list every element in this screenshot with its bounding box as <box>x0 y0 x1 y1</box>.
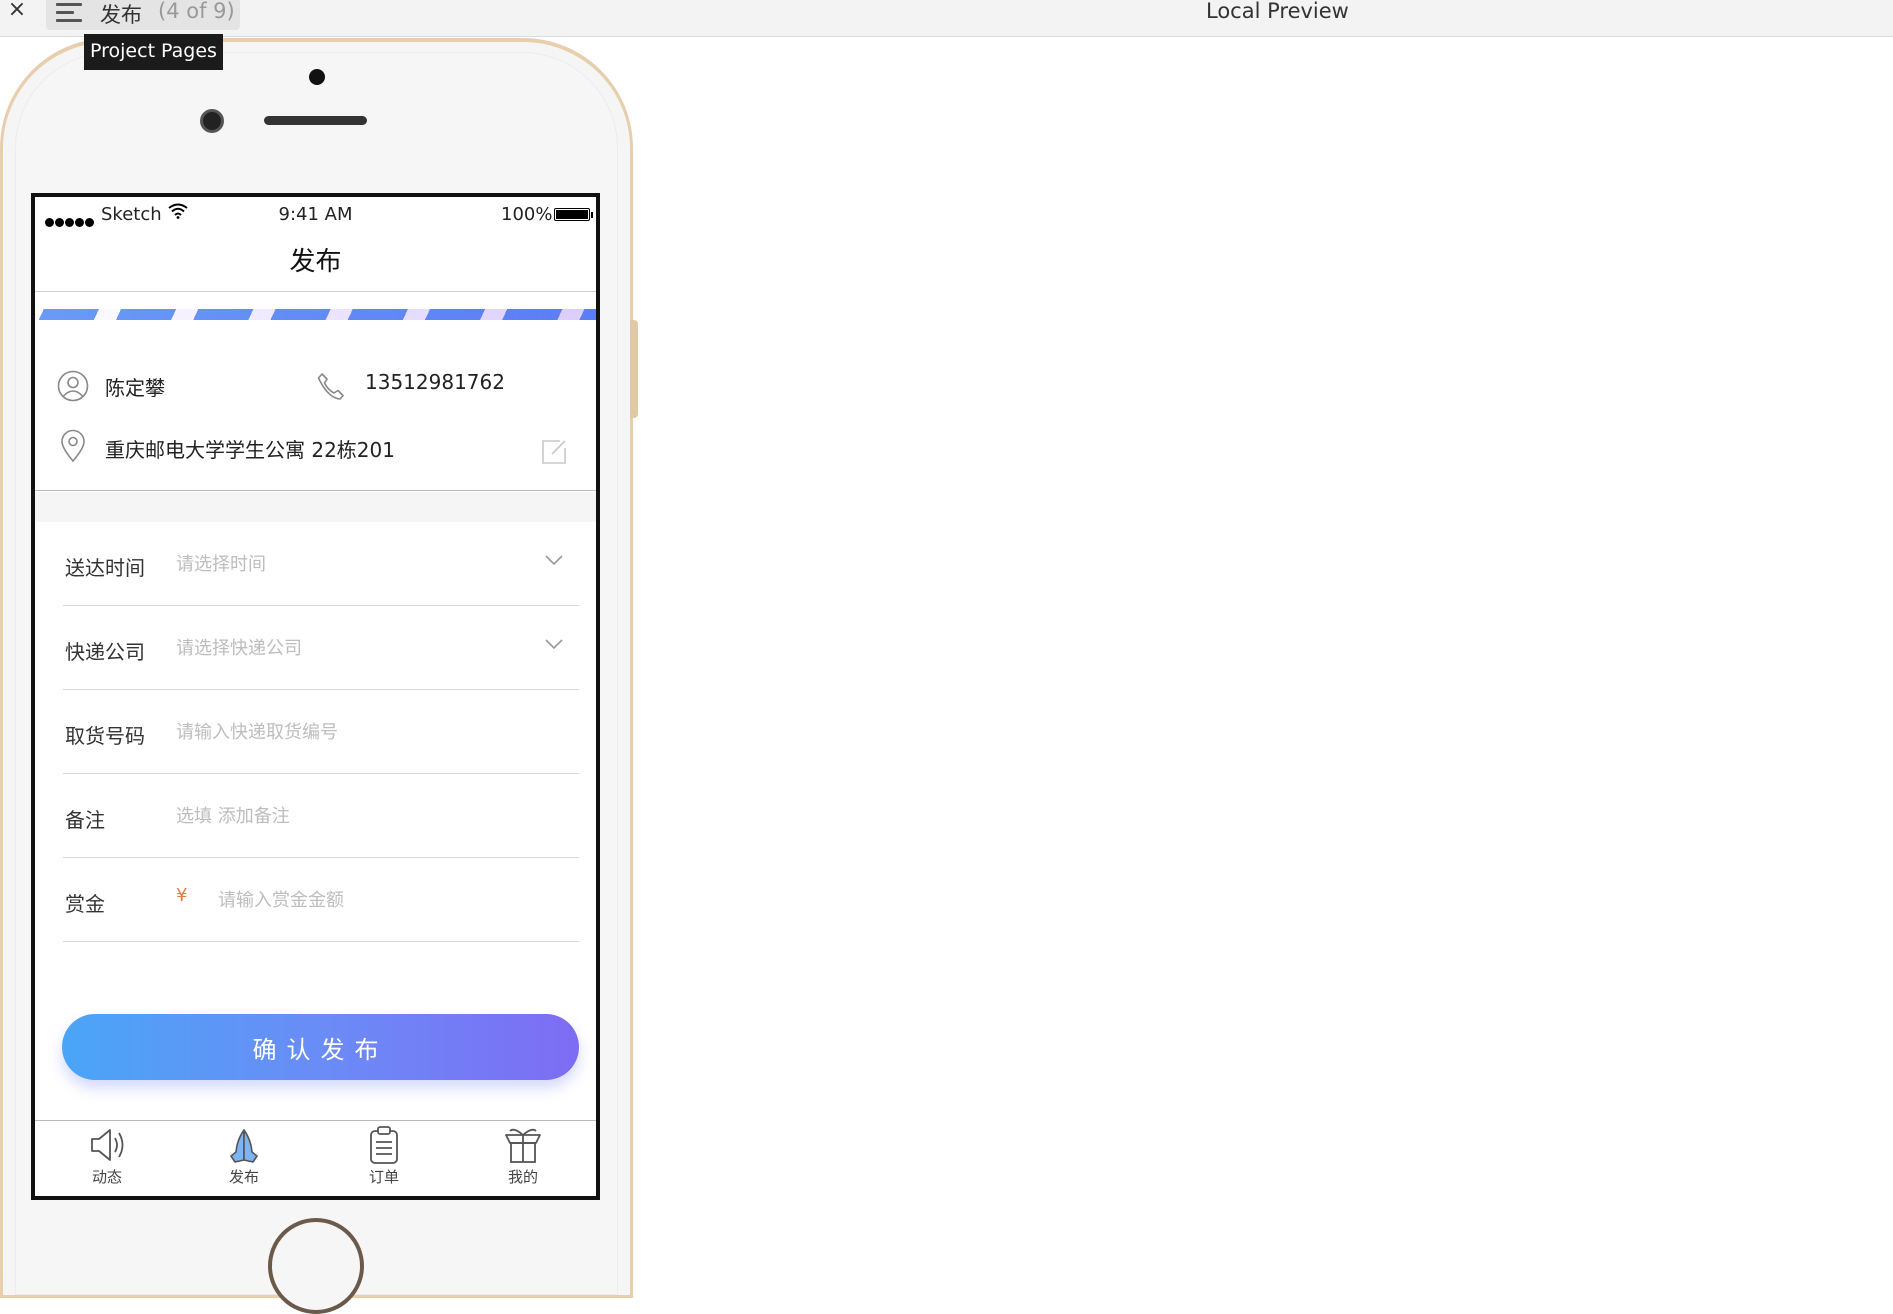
courier-label: 快递公司 <box>65 640 145 664</box>
page-counter: (4 of 9) <box>158 0 235 23</box>
note-row[interactable]: 备注 <box>63 774 579 858</box>
confirm-publish-button[interactable]: 确认发布 <box>62 1014 579 1080</box>
app-screen: Sketch 9:41 AM 100% 发布 陈定攀 13512981762 重… <box>31 193 600 1200</box>
current-page-name: 发布 <box>100 3 142 27</box>
note-label: 备注 <box>65 808 105 832</box>
location-pin-icon <box>61 429 85 463</box>
reward-label: 赏金 <box>65 892 105 916</box>
menu-icon <box>56 3 82 23</box>
tab-feed[interactable]: 动态 <box>62 1125 152 1195</box>
courier-select[interactable] <box>176 628 546 668</box>
currency-symbol: ¥ <box>176 885 188 906</box>
side-button <box>630 320 638 418</box>
contact-phone: 13512981762 <box>365 370 505 394</box>
courier-row[interactable]: 快递公司 <box>63 606 579 690</box>
front-camera <box>200 109 224 133</box>
tab-orders[interactable]: 订单 <box>339 1125 429 1195</box>
pickup-code-label: 取货号码 <box>65 724 145 748</box>
user-icon <box>57 370 89 402</box>
envelope-stripe-tint <box>35 309 596 320</box>
nav-divider <box>35 291 596 292</box>
pickup-code-input[interactable] <box>176 712 546 752</box>
project-pages-tooltip: Project Pages <box>84 34 223 70</box>
battery-percent: 100% <box>501 204 553 225</box>
tab-publish-label: 发布 <box>228 1168 259 1186</box>
reward-row[interactable]: 赏金 ¥ <box>63 858 579 942</box>
battery-icon <box>554 208 593 221</box>
contact-name: 陈定攀 <box>105 376 165 400</box>
delivery-time-select[interactable] <box>176 544 546 584</box>
contact-card[interactable]: 陈定攀 13512981762 重庆邮电大学学生公寓 22栋201 <box>35 320 596 491</box>
tab-feed-label: 动态 <box>91 1168 122 1186</box>
earpiece-speaker <box>264 116 367 125</box>
chevron-down-icon[interactable] <box>545 555 563 566</box>
home-button[interactable] <box>268 1218 364 1314</box>
pickup-code-row[interactable]: 取货号码 <box>63 690 579 774</box>
delivery-time-label: 送达时间 <box>65 556 145 580</box>
gift-box-icon <box>505 1128 541 1163</box>
status-bar: Sketch 9:41 AM 100% <box>35 197 596 231</box>
phone-icon <box>317 373 344 400</box>
page-title: 发布 <box>289 247 342 277</box>
speaker-icon <box>91 1129 124 1161</box>
tab-publish[interactable]: 发布 <box>199 1125 289 1195</box>
close-button[interactable]: × <box>5 0 29 22</box>
tab-orders-label: 订单 <box>368 1168 399 1186</box>
tab-mine-label: 我的 <box>507 1168 538 1186</box>
contact-address: 重庆邮电大学学生公寓 22栋201 <box>105 438 395 462</box>
tab-mine[interactable]: 我的 <box>478 1125 568 1195</box>
window-title: Local Preview <box>1206 0 1349 23</box>
proximity-sensor <box>309 69 325 85</box>
praying-hands-icon <box>230 1129 258 1163</box>
note-input[interactable] <box>176 796 546 836</box>
edit-icon[interactable] <box>540 438 568 466</box>
preview-toolbar: × 发布 (4 of 9) Local Preview <box>0 0 1893 37</box>
tab-bar: 动态 发布 订单 我的 <box>35 1120 596 1196</box>
delivery-time-row[interactable]: 送达时间 <box>63 522 579 606</box>
reward-input[interactable] <box>218 880 548 920</box>
chevron-down-icon[interactable] <box>545 639 563 650</box>
section-spacer <box>35 492 596 522</box>
clipboard-icon <box>370 1126 398 1164</box>
project-pages-button[interactable]: 发布 (4 of 9) <box>46 0 240 30</box>
